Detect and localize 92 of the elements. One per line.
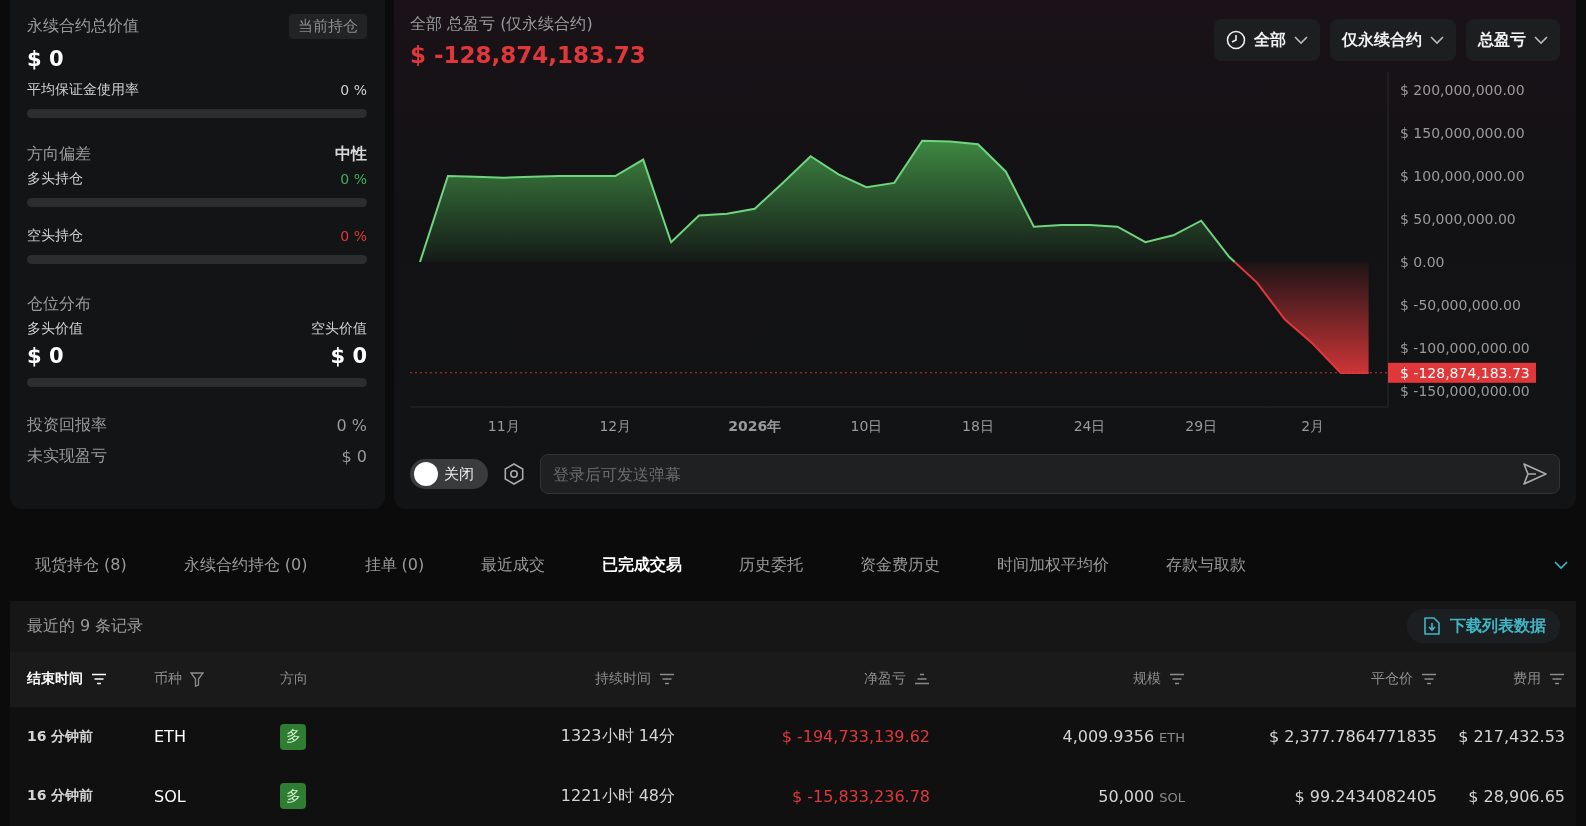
y-tick-label: $ 200,000,000.00	[1400, 81, 1525, 98]
x-tick-label: 2026年	[728, 417, 782, 434]
pnl-cell-text: $ -194,733,139.62	[780, 727, 930, 746]
column-header[interactable]: 方向	[280, 670, 410, 689]
chevron-down-icon	[1534, 35, 1548, 45]
column-header[interactable]: 净盈亏	[675, 670, 930, 689]
column-header[interactable]: 结束时间	[27, 670, 154, 689]
records-count: 最近的 9 条记录	[27, 615, 144, 637]
tab[interactable]: 现货持仓 (8)	[35, 555, 127, 577]
size-cell: 50,000	[1098, 786, 1155, 806]
sort-ascending-icon[interactable]	[914, 673, 930, 686]
column-header[interactable]: 币种	[154, 670, 280, 689]
coin-cell-text: SOL	[154, 786, 187, 806]
short-value: $ 0	[330, 344, 367, 368]
danmaku-input-field[interactable]: 登录后可发送弹幕	[540, 454, 1560, 494]
short-value-label: 空头价值	[311, 320, 367, 338]
chevron-down-icon	[1294, 35, 1308, 45]
y-tick-label: $ 50,000,000.00	[1400, 210, 1516, 227]
column-header[interactable]: 平仓价	[1185, 670, 1437, 689]
distribution-title: 仓位分布	[27, 294, 91, 315]
short-position-label: 空头持仓	[27, 227, 83, 245]
tab[interactable]: 时间加权平均价	[997, 555, 1110, 577]
expand-button[interactable]	[1554, 561, 1568, 571]
y-tick-label: $ -100,000,000.00	[1400, 339, 1530, 356]
current-value-label: $ -128,874,183.73	[1388, 362, 1536, 383]
column-header[interactable]: 费用	[1437, 670, 1565, 689]
total-value: $ 0	[27, 47, 64, 71]
y-tick-label: $ -50,000,000.00	[1400, 296, 1521, 313]
filter-dropdown[interactable]: 仅永续合约	[1330, 19, 1456, 61]
long-position-label: 多头持仓	[27, 170, 83, 188]
tab[interactable]: 挂单 (0)	[364, 555, 425, 577]
stat-value: $ 0	[341, 447, 367, 466]
pnl-cell-text: $ -15,833,236.78	[790, 786, 930, 806]
x-tick-label: 10日	[850, 417, 883, 434]
tab[interactable]: 最近成交	[481, 555, 546, 577]
close-price-cell-text: $ 2,377.7864771835	[1268, 727, 1437, 746]
filter-dropdown[interactable]: 总盈亏	[1466, 19, 1560, 61]
stat-value: 0 %	[336, 416, 367, 435]
fee-cell-text: $ 28,906.65	[1467, 786, 1565, 806]
direction-badge: 多	[280, 723, 306, 750]
clock-icon	[1226, 30, 1246, 50]
bias-title: 方向偏差	[27, 144, 91, 165]
total-value-title: 永续合约总价值	[27, 16, 139, 37]
duration-cell-text: 1323小时 14分	[559, 726, 675, 747]
pnl-title: 全部 总盈亏 (仅永续合约)	[410, 14, 594, 35]
tab[interactable]: 资金费历史	[860, 555, 941, 577]
download-button[interactable]: 下载列表数据	[1407, 609, 1560, 644]
column-header[interactable]: 规模	[930, 670, 1185, 689]
filter-icon[interactable]	[190, 671, 204, 687]
size-unit: ETH	[1159, 730, 1185, 745]
tab[interactable]: 永续合约持仓 (0)	[183, 555, 308, 577]
coin-cell-text: ETH	[154, 727, 187, 746]
fee-cell-text: $ 217,432.53	[1457, 727, 1565, 746]
margin-usage-label: 平均保证金使用率	[27, 81, 139, 99]
x-tick-label: 18日	[962, 417, 994, 434]
settings-icon[interactable]	[502, 462, 526, 486]
long-position-value: 0 %	[340, 171, 367, 187]
size-unit: SOL	[1159, 789, 1185, 805]
y-tick-label: $ 0.00	[1400, 253, 1445, 270]
close-price-cell-text: $ 99.2434082405	[1293, 786, 1437, 806]
column-header[interactable]: 持续时间	[410, 670, 675, 689]
x-tick-label: 11月	[487, 417, 520, 434]
stat-label: 未实现盈亏	[27, 446, 107, 467]
filter-dropdown[interactable]: 全部	[1214, 19, 1320, 61]
send-icon[interactable]	[1522, 462, 1548, 486]
end-time-cell-text: 16 分钟前	[27, 727, 95, 746]
tab[interactable]: 历史委托	[739, 555, 804, 577]
y-tick-label: $ 150,000,000.00	[1400, 124, 1525, 141]
x-tick-label: 24日	[1073, 417, 1106, 434]
y-tick-label: $ 100,000,000.00	[1400, 167, 1525, 184]
long-value: $ 0	[27, 344, 64, 368]
tab[interactable]: 存款与取款	[1166, 555, 1247, 577]
duration-cell-text: 1221小时 48分	[559, 785, 675, 807]
download-file-icon	[1421, 615, 1443, 638]
long-value-label: 多头价值	[27, 320, 83, 338]
direction-badge: 多	[280, 783, 306, 810]
margin-usage-value: 0 %	[340, 82, 367, 98]
chevron-down-icon	[1430, 35, 1444, 45]
bias-value: 中性	[335, 144, 367, 165]
end-time-cell-text: 16 分钟前	[27, 787, 95, 806]
chevron-down-icon	[1554, 561, 1568, 571]
short-position-value: 0 %	[340, 228, 367, 244]
current-positions-tag: 当前持仓	[289, 14, 367, 39]
size-cell: 4,009.9356	[1062, 727, 1155, 746]
y-tick-label: $ -150,000,000.00	[1400, 382, 1530, 399]
stat-label: 投资回报率	[27, 415, 107, 436]
x-tick-label: 29日	[1185, 417, 1218, 434]
x-tick-label: 2月	[1301, 417, 1325, 434]
pnl-value: $ -128,874,183.73	[410, 42, 646, 68]
danmaku-toggle[interactable]: 关闭	[410, 459, 488, 489]
x-tick-label: 12月	[599, 417, 632, 434]
tab[interactable]: 已完成交易	[602, 555, 683, 577]
